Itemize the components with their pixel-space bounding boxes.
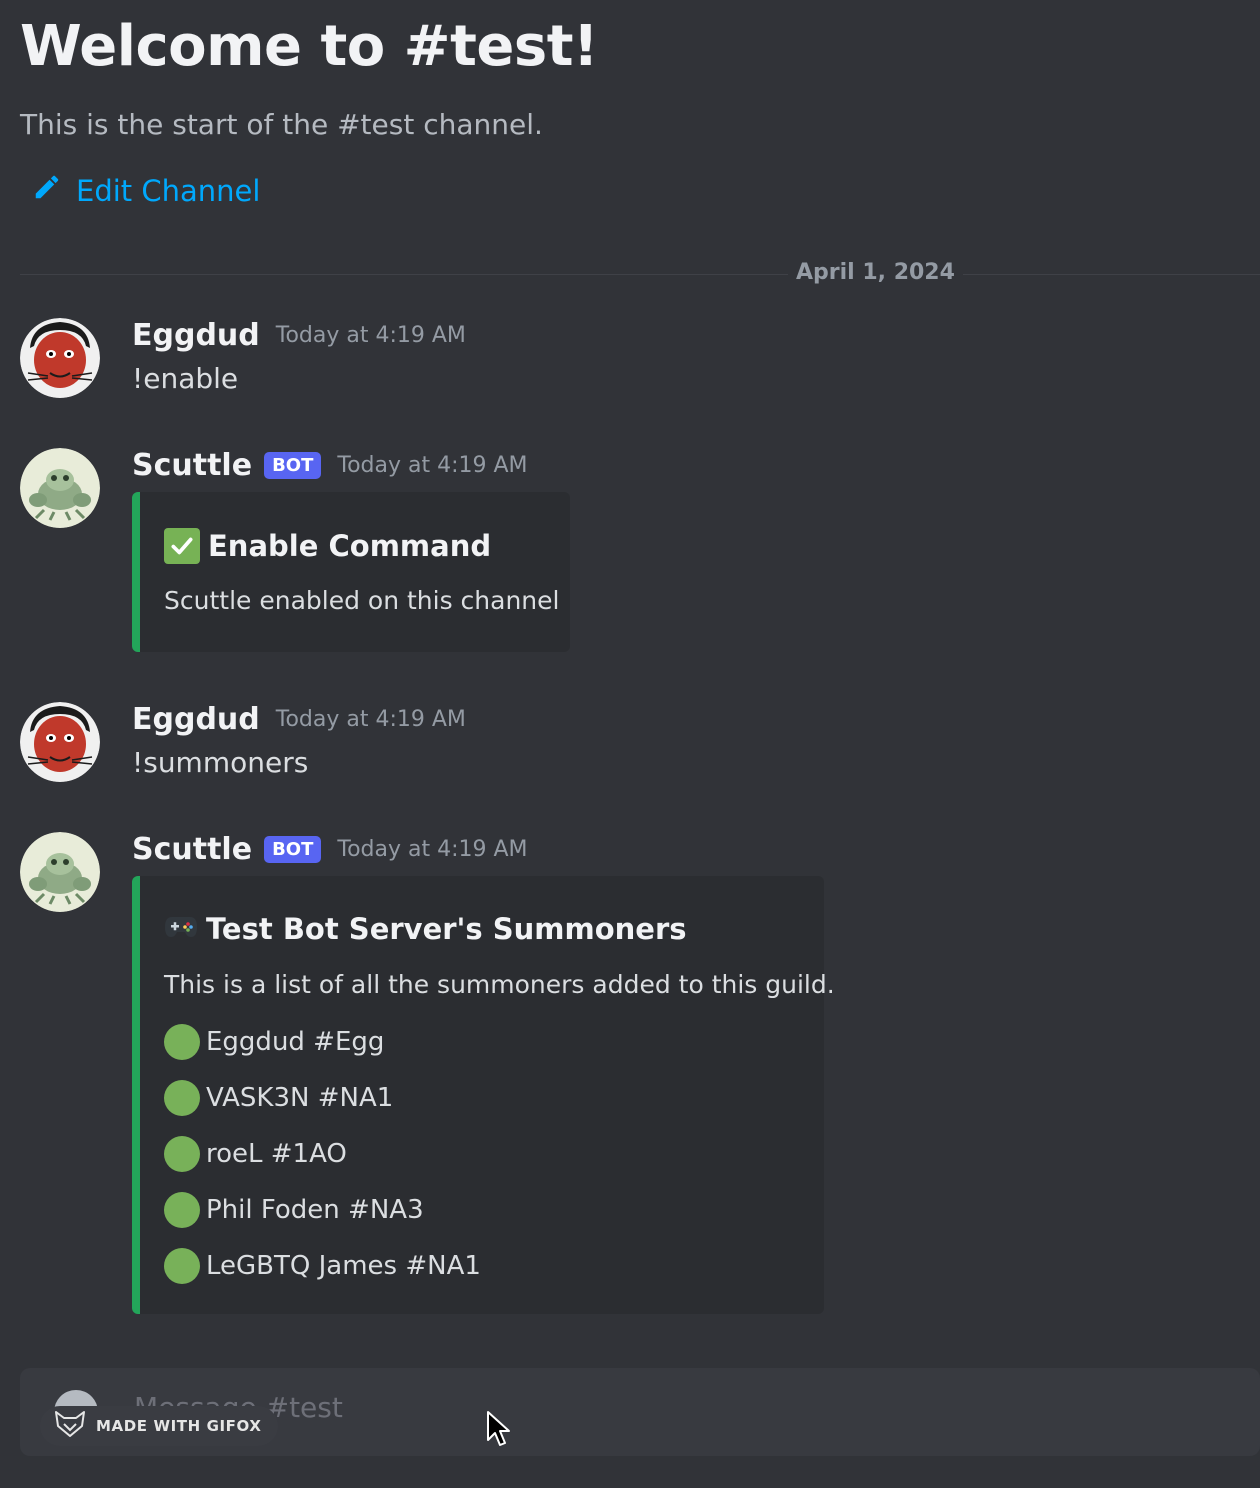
author-name[interactable]: Scuttle — [132, 832, 252, 867]
embed-card: Test Bot Server's Summoners This is a li… — [132, 876, 835, 1314]
message-input[interactable] — [132, 1390, 1136, 1425]
crab-avatar-icon[interactable] — [20, 448, 100, 528]
embed-title-text: Enable Command — [208, 529, 492, 563]
edit-channel-label: Edit Channel — [76, 173, 261, 208]
embed-description: This is a list of all the summoners adde… — [164, 970, 835, 999]
summoner-item: Eggdud #Egg — [164, 1024, 384, 1060]
message-text: !enable — [132, 362, 239, 395]
author-name[interactable]: Eggdud — [132, 318, 260, 353]
embed-description: Scuttle enabled on this channel — [164, 586, 560, 615]
bot-badge: BOT — [264, 836, 322, 863]
red-creature-avatar-icon[interactable] — [20, 318, 100, 398]
green-circle-icon — [164, 1136, 200, 1172]
message-text: !summoners — [132, 746, 309, 779]
message-timestamp: Today at 4:19 AM — [275, 323, 466, 348]
summoner-item: Phil Foden #NA3 — [164, 1192, 424, 1228]
chat-view: Welcome to #test! This is the start of t… — [0, 0, 1260, 1488]
message-timestamp: Today at 4:19 AM — [275, 707, 466, 732]
embed-title: Test Bot Server's Summoners — [164, 912, 687, 946]
message-item: Eggdud Today at 4:19 AM !enable — [20, 318, 1020, 408]
message-header: Eggdud Today at 4:19 AM — [132, 318, 466, 353]
mouse-cursor-icon — [486, 1410, 512, 1452]
welcome-subtitle: This is the start of the #test channel. — [20, 108, 543, 141]
message-header: Scuttle BOT Today at 4:19 AM — [132, 448, 528, 483]
message-header: Eggdud Today at 4:19 AM — [132, 702, 466, 737]
message-item: Eggdud Today at 4:19 AM !summoners — [20, 702, 1020, 792]
summoner-name: Eggdud #Egg — [206, 1027, 385, 1057]
green-circle-icon — [164, 1248, 200, 1284]
date-divider-line — [20, 274, 1260, 275]
message-header: Scuttle BOT Today at 4:19 AM — [132, 832, 528, 867]
embed-card: Enable Command Scuttle enabled on this c… — [132, 492, 570, 652]
embed-title-text: Test Bot Server's Summoners — [206, 912, 687, 946]
message-timestamp: Today at 4:19 AM — [337, 837, 528, 862]
red-creature-avatar-icon[interactable] — [20, 702, 100, 782]
gifox-watermark: MADE WITH GIFOX — [40, 1406, 278, 1446]
message-item: Scuttle BOT Today at 4:19 AM Enable Comm… — [20, 448, 1020, 658]
welcome-title: Welcome to #test! — [20, 14, 599, 79]
author-name[interactable]: Eggdud — [132, 702, 260, 737]
watermark-label: MADE WITH GIFOX — [96, 1417, 262, 1435]
summoner-item: VASK3N #NA1 — [164, 1080, 393, 1116]
green-circle-icon — [164, 1024, 200, 1060]
check-mark-icon — [164, 528, 200, 564]
green-circle-icon — [164, 1192, 200, 1228]
bot-badge: BOT — [264, 452, 322, 479]
summoner-name: LeGBTQ James #NA1 — [206, 1251, 481, 1281]
summoner-name: Phil Foden #NA3 — [206, 1195, 424, 1225]
summoner-name: roeL #1AO — [206, 1139, 347, 1169]
edit-channel-link[interactable]: Edit Channel — [32, 172, 260, 209]
summoner-item: LeGBTQ James #NA1 — [164, 1248, 481, 1284]
game-controller-icon — [164, 912, 198, 946]
message-timestamp: Today at 4:19 AM — [337, 453, 528, 478]
summoner-item: roeL #1AO — [164, 1136, 347, 1172]
author-name[interactable]: Scuttle — [132, 448, 252, 483]
summoner-name: VASK3N #NA1 — [206, 1083, 394, 1113]
fox-logo-icon — [54, 1410, 86, 1442]
date-divider-label: April 1, 2024 — [788, 260, 963, 285]
embed-title: Enable Command — [164, 528, 491, 564]
pencil-icon — [32, 172, 62, 209]
message-item: Scuttle BOT Today at 4:19 AM Test Bot Se… — [20, 832, 1020, 1322]
green-circle-icon — [164, 1080, 200, 1116]
crab-avatar-icon[interactable] — [20, 832, 100, 912]
